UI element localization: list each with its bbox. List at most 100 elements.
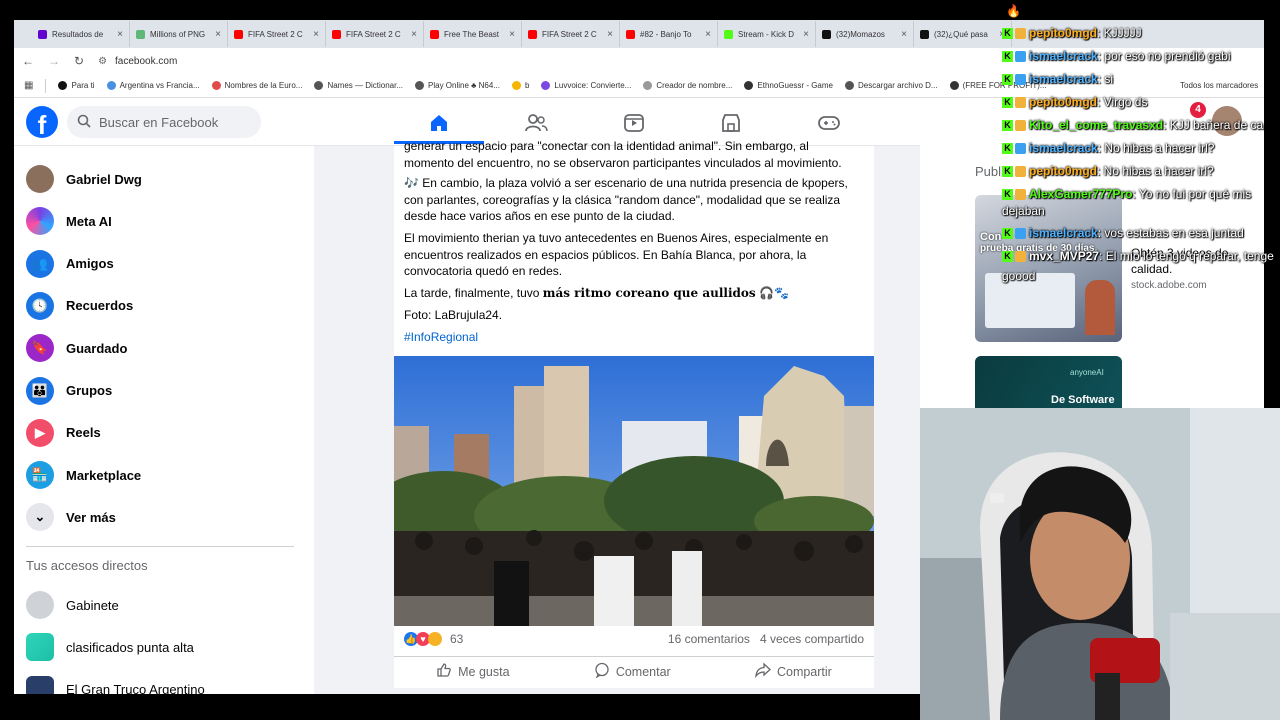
sidebar-item-reels[interactable]: ▶ Reels	[26, 415, 101, 451]
bookmark-item[interactable]: Names — Dictionar...	[314, 81, 403, 90]
kick-badge-icon: K	[1002, 251, 1013, 263]
sidebar-item-label: Gabriel Dwg	[66, 171, 142, 187]
shortcut-item[interactable]: clasificados punta alta	[26, 629, 194, 665]
bookmark-item[interactable]: Para ti	[58, 81, 95, 90]
chat-emote-icon	[1015, 120, 1026, 132]
back-icon[interactable]: ←	[22, 54, 34, 68]
bookmark-item[interactable]: Luvvoice: Convierte...	[541, 81, 631, 90]
sidebar-item-recuerdos[interactable]: 🕓 Recuerdos	[26, 288, 133, 324]
tab-close-icon[interactable]: ×	[705, 29, 711, 40]
kick-badge-icon: K	[1002, 143, 1013, 155]
shortcut-item[interactable]: El Gran Truco Argentino	[26, 672, 205, 694]
webcam-feed	[920, 408, 1280, 720]
browser-tab[interactable]: (32)¿Qué pasa×	[914, 21, 1012, 47]
apps-grid-icon[interactable]: ▦	[24, 80, 33, 91]
post-hashtag-link[interactable]: #InfoRegional	[404, 329, 854, 346]
meta-ai-icon	[26, 207, 54, 236]
browser-tab[interactable]: FIFA Street 2 C ×	[522, 21, 620, 47]
bookmark-divider	[45, 78, 47, 93]
shortcut-item[interactable]: Gabinete	[26, 587, 119, 623]
bookmark-item[interactable]: EthnoGuessr - Game	[744, 81, 833, 90]
post-reactions[interactable]: 👍 ♥ 63	[404, 632, 463, 646]
nav-friends-icon[interactable]	[491, 106, 581, 140]
ad-anyoneai-image[interactable]: anyoneAI De Software	[975, 356, 1122, 408]
saved-icon: 🔖	[26, 334, 54, 363]
bookmark-favicon-icon	[511, 81, 521, 90]
browser-tab[interactable]: (32)Momazos ×	[816, 21, 914, 47]
tab-favicon-icon	[234, 29, 243, 39]
browser-tab[interactable]: FIFA Street 2 C ×	[228, 21, 326, 47]
shares-count-link[interactable]: 4 veces compartido	[760, 632, 864, 646]
stream-chat-overlay: Kpepito0mgd: KJJJJJ Kismaelcrack: por eso…	[1000, 22, 1280, 283]
browser-tab[interactable]: FIFA Street 2 C ×	[326, 21, 424, 47]
bookmark-item[interactable]: Play Online ♣ N64...	[415, 81, 500, 90]
post-photo[interactable]	[394, 356, 874, 626]
chat-emote-icon	[1015, 28, 1026, 40]
kick-badge-icon: K	[1002, 97, 1013, 109]
tab-close-icon[interactable]: ×	[803, 29, 809, 40]
comment-button[interactable]: Comentar	[594, 662, 671, 681]
chat-username: ismaelcrack	[1029, 49, 1098, 63]
sidebar-item-grupos[interactable]: 👪 Grupos	[26, 373, 112, 409]
tab-close-icon[interactable]: ×	[117, 29, 123, 40]
sidebar-item-ver-más[interactable]: ⌄ Ver más	[26, 499, 116, 535]
sidebar-item-meta-ai[interactable]: Meta AI	[26, 203, 112, 239]
facebook-logo-icon[interactable]: f	[26, 106, 58, 138]
nav-video-icon[interactable]	[589, 106, 679, 140]
sidebar-item-guardado[interactable]: 🔖 Guardado	[26, 330, 127, 366]
search-icon	[77, 114, 91, 131]
sidebar-item-label: Marketplace	[66, 467, 142, 483]
sidebar-item-marketplace[interactable]: 🏪 Marketplace	[26, 457, 141, 493]
nav-gaming-icon[interactable]	[784, 106, 874, 140]
bookmark-label: EthnoGuessr - Game	[757, 81, 833, 90]
bookmark-item[interactable]: Creador de nombre...	[643, 81, 732, 90]
tab-close-icon[interactable]: ×	[313, 29, 319, 40]
address-url: facebook.com	[115, 55, 178, 67]
browser-tab[interactable]: Free The Beast ×	[424, 21, 522, 47]
bookmark-item[interactable]: Argentina vs Francia...	[106, 81, 200, 90]
tab-favicon-icon	[430, 29, 439, 39]
tab-close-icon[interactable]: ×	[411, 29, 417, 40]
chat-message: Kpepito0mgd: KJJJJJ	[1002, 26, 1280, 40]
address-bar[interactable]: ⚙ facebook.com	[98, 56, 177, 67]
tab-close-icon[interactable]: ×	[215, 29, 221, 40]
tab-close-icon[interactable]: ×	[509, 29, 515, 40]
nav-home-icon[interactable]	[394, 106, 484, 140]
chat-username: pepito0mgd	[1029, 95, 1097, 109]
sidebar-item-amigos[interactable]: 👥 Amigos	[26, 246, 114, 282]
like-button[interactable]: Me gusta	[436, 662, 510, 681]
bookmark-item[interactable]: b	[511, 81, 529, 90]
reload-icon[interactable]: ↻	[74, 54, 84, 68]
tab-favicon-icon	[332, 29, 341, 39]
bookmark-item[interactable]: Descargar archivo D...	[845, 81, 938, 90]
browser-tab[interactable]: Resultados de ×	[32, 21, 130, 47]
comments-count-link[interactable]: 16 comentarios	[668, 632, 750, 646]
ad-overlay-text: Con	[980, 231, 1002, 243]
chat-message: Kpepito0mgd: No hibas a hacer irl?	[1002, 164, 1280, 178]
kick-badge-icon: K	[1002, 189, 1013, 201]
site-info-icon[interactable]: ⚙	[98, 56, 107, 67]
forward-icon[interactable]: →	[48, 54, 60, 68]
tab-title: (32)¿Qué pasa	[934, 29, 988, 39]
browser-tab[interactable]: Millions of PNG ×	[130, 21, 228, 47]
tab-title: #82 - Banjo To	[640, 29, 692, 39]
browser-tab[interactable]: Stream - Kick D ×	[718, 21, 816, 47]
shortcut-label: clasificados punta alta	[66, 639, 194, 655]
tab-close-icon[interactable]: ×	[607, 29, 613, 40]
marketplace-icon: 🏪	[26, 461, 54, 490]
share-button[interactable]: Compartir	[755, 662, 832, 681]
bookmark-favicon-icon	[314, 81, 324, 90]
facebook-search-input[interactable]: Buscar en Facebook	[67, 106, 261, 138]
sidebar-item-gabriel-dwg[interactable]: Gabriel Dwg	[26, 161, 142, 197]
share-label: Compartir	[776, 664, 832, 679]
chat-emote-icon	[1015, 166, 1026, 178]
thumbs-up-icon	[436, 662, 452, 681]
tab-favicon-icon	[724, 29, 733, 39]
shortcut-label: Gabinete	[66, 597, 119, 613]
bookmark-item[interactable]: Nombres de la Euro...	[211, 81, 302, 90]
bookmark-favicon-icon	[643, 81, 653, 90]
tab-close-icon[interactable]: ×	[901, 29, 907, 40]
chat-text: : No hibas a hacer irl?	[1097, 164, 1214, 178]
nav-marketplace-icon[interactable]	[686, 106, 776, 140]
browser-tab[interactable]: #82 - Banjo To ×	[620, 21, 718, 47]
